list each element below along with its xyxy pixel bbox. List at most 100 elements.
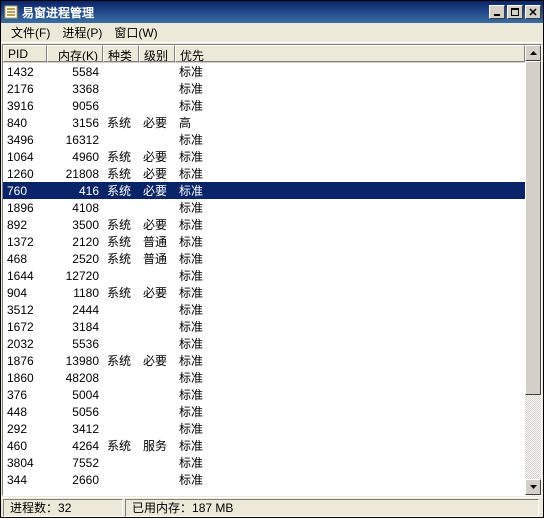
menu-file[interactable]: 文件(F) — [5, 22, 56, 43]
cell-level: 必要 — [139, 182, 175, 199]
cell-kind: 系统 — [103, 148, 139, 165]
cell-memory: 3500 — [47, 218, 103, 232]
table-row[interactable]: 20325536标准 — [3, 335, 525, 352]
maximize-button[interactable] — [507, 5, 523, 19]
mem-value: 187 MB — [192, 501, 233, 515]
table-row[interactable]: 186048208标准 — [3, 369, 525, 386]
menu-process[interactable]: 进程(P) — [56, 22, 108, 43]
table-row[interactable]: 3442660 标准 — [3, 471, 525, 488]
cell-pid: 3512 — [3, 303, 47, 317]
table-row[interactable]: 187613980系统必要标准 — [3, 352, 525, 369]
col-kind[interactable]: 种类 — [103, 45, 139, 62]
process-rows: 14325584标准21763368标准39169056标准8403156系统必… — [3, 63, 525, 495]
cell-pid: 1064 — [3, 150, 47, 164]
cell-level: 服务 — [139, 437, 175, 454]
cell-pid: 344 — [3, 473, 47, 487]
minimize-button[interactable] — [489, 5, 505, 19]
column-headers: PID 内存(K) 种类 级别 优先 — [3, 45, 525, 63]
cell-priority: 高 — [175, 114, 525, 131]
cell-kind: 系统 — [103, 216, 139, 233]
cell-kind: 系统 — [103, 250, 139, 267]
cell-pid: 1896 — [3, 201, 47, 215]
table-row[interactable]: 4485056标准 — [3, 403, 525, 420]
table-row[interactable]: 38047552标准 — [3, 454, 525, 471]
table-row[interactable]: 16723184标准 — [3, 318, 525, 335]
table-row[interactable]: 349616312标准 — [3, 131, 525, 148]
vertical-scrollbar[interactable] — [525, 45, 541, 495]
col-pid[interactable]: PID — [3, 45, 47, 62]
table-row[interactable]: 164412720标准 — [3, 267, 525, 284]
table-row[interactable]: 9041180系统必要标准 — [3, 284, 525, 301]
table-row[interactable]: 8923500系统必要标准 — [3, 216, 525, 233]
col-memory[interactable]: 内存(K) — [47, 45, 103, 62]
proc-value: 32 — [58, 501, 71, 515]
cell-memory: 3184 — [47, 320, 103, 334]
table-row[interactable]: 3765004 标准 — [3, 386, 525, 403]
cell-priority: 标准 — [175, 80, 525, 97]
process-listview[interactable]: PID 内存(K) 种类 级别 优先 14325584标准21763368标准3… — [3, 45, 525, 495]
cell-pid: 3916 — [3, 99, 47, 113]
statusbar: 进程数：32 已用内存：187 MB — [1, 497, 543, 517]
cell-memory: 5004 — [47, 388, 103, 402]
cell-priority: 标准 — [175, 148, 525, 165]
cell-memory: 416 — [47, 184, 103, 198]
cell-pid: 468 — [3, 252, 47, 266]
cell-pid: 376 — [3, 388, 47, 402]
cell-level: 普通 — [139, 250, 175, 267]
scroll-thumb[interactable] — [525, 61, 541, 395]
menu-window[interactable]: 窗口(W) — [108, 22, 163, 43]
cell-memory: 16312 — [47, 133, 103, 147]
cell-priority: 标准 — [175, 386, 525, 403]
cell-memory: 2120 — [47, 235, 103, 249]
cell-priority: 标准 — [175, 199, 525, 216]
col-level[interactable]: 级别 — [139, 45, 175, 62]
close-button[interactable] — [525, 5, 541, 19]
cell-memory: 13980 — [47, 354, 103, 368]
cell-pid: 1860 — [3, 371, 47, 385]
scroll-up-button[interactable] — [525, 45, 541, 61]
cell-pid: 1672 — [3, 320, 47, 334]
cell-pid: 892 — [3, 218, 47, 232]
cell-memory: 2520 — [47, 252, 103, 266]
table-row[interactable]: 13722120系统普通标准 — [3, 233, 525, 250]
cell-pid: 1876 — [3, 354, 47, 368]
table-row[interactable]: 2923412标准 — [3, 420, 525, 437]
cell-pid: 448 — [3, 405, 47, 419]
cell-kind: 系统 — [103, 165, 139, 182]
table-row[interactable]: 35122444标准 — [3, 301, 525, 318]
table-row[interactable]: 760416系统必要标准 — [3, 182, 525, 199]
table-row[interactable]: 126021808系统必要标准 — [3, 165, 525, 182]
proc-label: 进程数： — [10, 499, 58, 516]
scroll-track[interactable] — [525, 61, 541, 479]
cell-kind: 系统 — [103, 284, 139, 301]
cell-priority: 标准 — [175, 403, 525, 420]
cell-memory: 2660 — [47, 473, 103, 487]
content-area: PID 内存(K) 种类 级别 优先 14325584标准21763368标准3… — [2, 44, 542, 496]
table-row[interactable]: 21763368标准 — [3, 80, 525, 97]
table-row[interactable]: 14325584标准 — [3, 63, 525, 80]
status-memory-used: 已用内存：187 MB — [125, 499, 539, 517]
cell-priority: 标准 — [175, 182, 525, 199]
cell-memory: 4264 — [47, 439, 103, 453]
cell-memory: 48208 — [47, 371, 103, 385]
col-priority[interactable]: 优先 — [175, 45, 525, 62]
cell-memory: 7552 — [47, 456, 103, 470]
scroll-down-button[interactable] — [525, 479, 541, 495]
cell-priority: 标准 — [175, 63, 525, 80]
table-row[interactable]: 4604264系统服务标准 — [3, 437, 525, 454]
titlebar[interactable]: 易窗进程管理 — [1, 1, 543, 23]
cell-level: 必要 — [139, 148, 175, 165]
window-title: 易窗进程管理 — [22, 4, 489, 21]
cell-kind: 系统 — [103, 233, 139, 250]
table-row[interactable]: 10644960系统必要标准 — [3, 148, 525, 165]
cell-priority: 标准 — [175, 471, 525, 488]
cell-memory: 3368 — [47, 82, 103, 96]
cell-memory: 21808 — [47, 167, 103, 181]
table-row[interactable]: 39169056标准 — [3, 97, 525, 114]
cell-memory: 4960 — [47, 150, 103, 164]
cell-priority: 标准 — [175, 97, 525, 114]
table-row[interactable]: 8403156系统必要高 — [3, 114, 525, 131]
table-row[interactable]: 18964108标准 — [3, 199, 525, 216]
cell-pid: 1432 — [3, 65, 47, 79]
table-row[interactable]: 4682520系统普通标准 — [3, 250, 525, 267]
